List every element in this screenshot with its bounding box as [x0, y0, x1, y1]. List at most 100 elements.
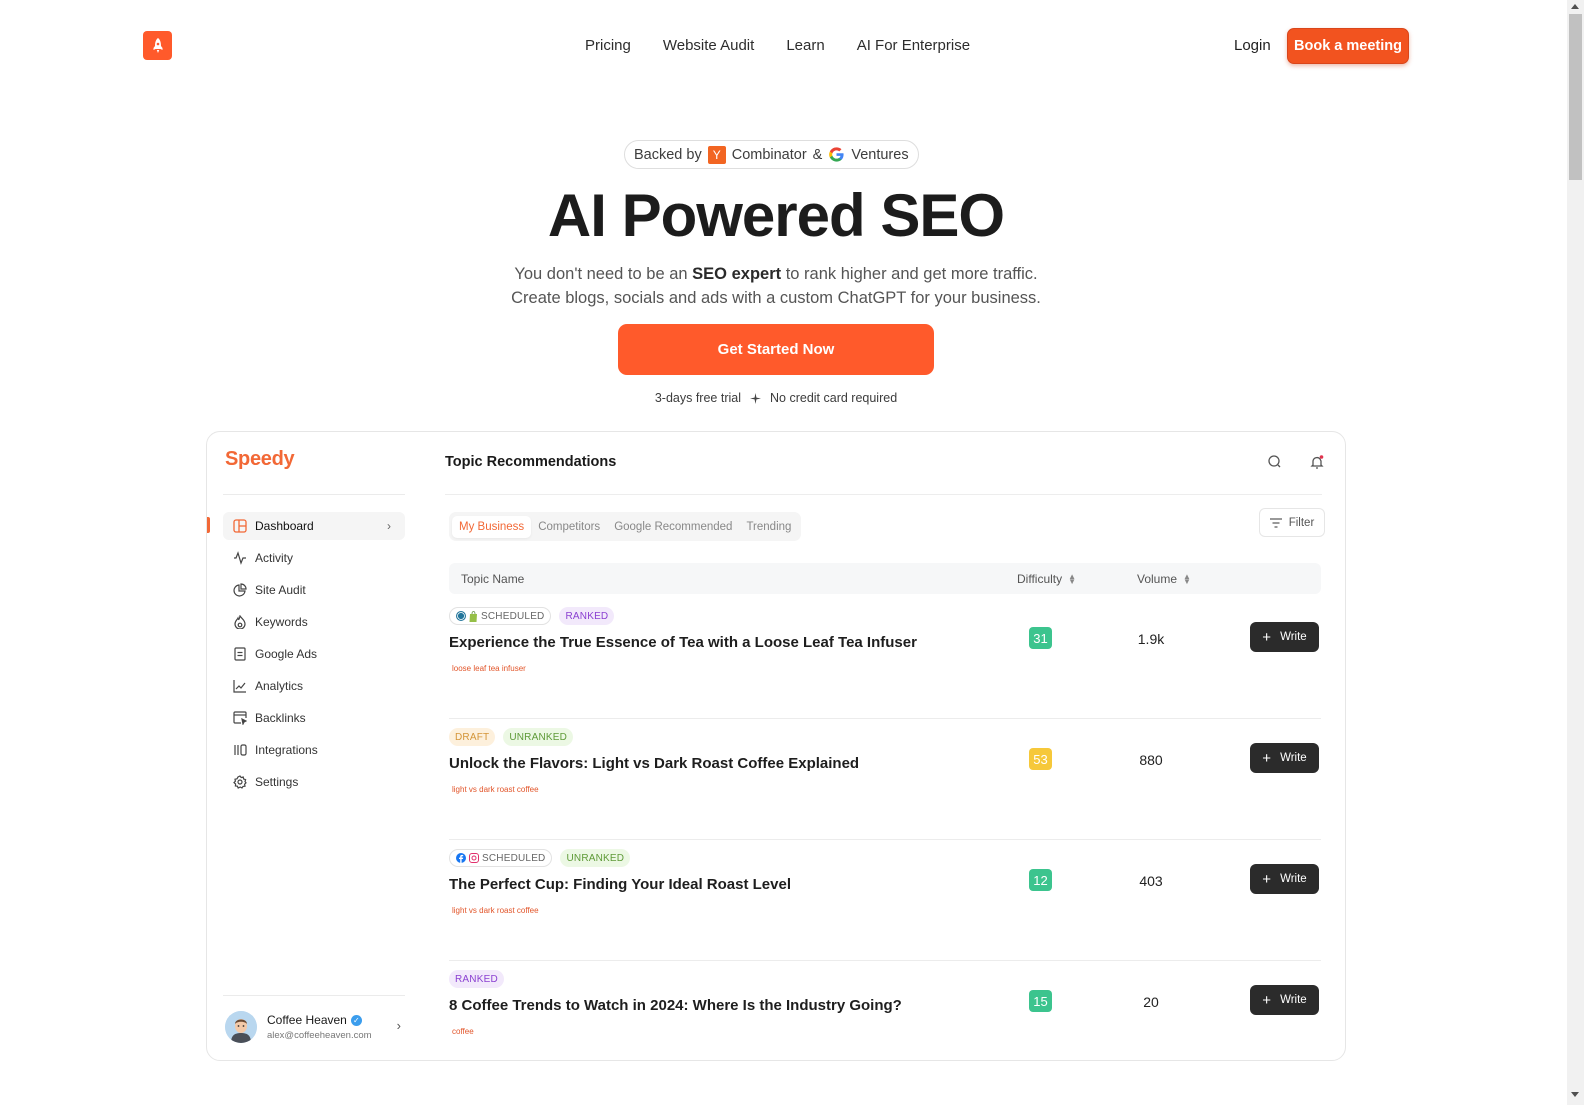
gear-icon — [233, 775, 247, 789]
badge-group: SCHEDULED UNRANKED — [449, 849, 631, 867]
scroll-up-icon[interactable] — [1571, 4, 1579, 9]
facebook-icon — [456, 853, 466, 863]
sidebar-item-settings[interactable]: Settings — [223, 768, 405, 796]
topic-title[interactable]: Experience the True Essence of Tea with … — [449, 634, 917, 651]
wordpress-icon — [456, 611, 466, 621]
topic-tabs: My Business Competitors Google Recommend… — [449, 512, 802, 541]
page-title: Topic Recommendations — [445, 454, 617, 470]
page-scrollbar[interactable] — [1567, 0, 1584, 1105]
chevron-right-icon: › — [396, 1018, 401, 1033]
volume-value: 1.9k — [1137, 631, 1165, 647]
volume-value: 20 — [1143, 994, 1159, 1010]
sidebar-item-dashboard[interactable]: Dashboard › — [223, 512, 405, 540]
write-button[interactable]: + Write — [1250, 743, 1319, 773]
badge-group: RANKED — [449, 970, 504, 988]
login-link[interactable]: Login — [1234, 37, 1271, 54]
column-label: Volume — [1137, 572, 1178, 586]
sparkle-icon — [750, 392, 761, 404]
nav-link-learn[interactable]: Learn — [786, 37, 824, 54]
get-started-button[interactable]: Get Started Now — [618, 324, 934, 375]
subtitle-text: You don't need to be an — [514, 265, 693, 283]
nav-links: Pricing Website Audit Learn AI For Enter… — [585, 37, 970, 54]
tab-competitors[interactable]: Competitors — [531, 516, 607, 538]
chevron-right-icon: › — [387, 519, 391, 533]
plus-icon: + — [1262, 628, 1272, 646]
user-name: Coffee Heaven — [267, 1013, 347, 1027]
table-header: Topic Name Difficulty ▲ ▼ Volume ▲ ▼ — [449, 563, 1321, 594]
hero-title: AI Powered SEO — [547, 182, 1005, 249]
filter-button[interactable]: Filter — [1259, 508, 1325, 537]
verified-badge-icon: ✓ — [350, 1014, 362, 1026]
search-icon[interactable] — [1267, 454, 1283, 470]
sidebar-item-label: Integrations — [255, 743, 318, 757]
sidebar-item-activity[interactable]: Activity — [223, 544, 405, 572]
write-label: Write — [1280, 994, 1307, 1006]
filter-icon — [1269, 517, 1282, 528]
subtitle-line-2: Create blogs, socials and ads with a cus… — [511, 289, 1041, 307]
book-meeting-button[interactable]: Book a meeting — [1287, 28, 1409, 64]
activity-icon — [234, 551, 246, 565]
plus-icon: + — [1262, 749, 1272, 767]
pie-chart-icon — [233, 583, 247, 597]
tab-trending[interactable]: Trending — [739, 516, 798, 538]
tab-google-recommended[interactable]: Google Recommended — [607, 516, 739, 538]
keyword-tag: light vs dark roast coffee — [452, 785, 539, 794]
table-row[interactable]: SCHEDULED RANKED Experience the True Esse… — [449, 598, 1321, 719]
column-volume[interactable]: Volume ▲ ▼ — [1137, 572, 1191, 586]
trial-info: 3-days free trial No credit card require… — [0, 391, 1552, 405]
table-row[interactable]: SCHEDULED UNRANKED The Perfect Cup: Findi… — [449, 840, 1321, 961]
sidebar-item-label: Analytics — [255, 679, 304, 693]
logo[interactable] — [143, 31, 172, 60]
subtitle-emphasis: SEO expert — [692, 265, 782, 283]
sidebar-item-label: Backlinks — [255, 711, 306, 725]
column-difficulty[interactable]: Difficulty ▲ ▼ — [1017, 572, 1076, 586]
status-label: SCHEDULED — [481, 610, 545, 622]
write-label: Write — [1280, 873, 1307, 885]
status-badge: SCHEDULED — [449, 849, 553, 867]
sidebar-item-analytics[interactable]: Analytics — [223, 672, 405, 700]
write-button[interactable]: + Write — [1250, 985, 1319, 1015]
scroll-down-icon[interactable] — [1571, 1092, 1579, 1097]
tab-my-business[interactable]: My Business — [452, 515, 532, 538]
rocket-icon — [153, 37, 162, 53]
combinator-label: Combinator — [731, 146, 807, 163]
write-label: Write — [1280, 631, 1307, 643]
write-button[interactable]: + Write — [1250, 622, 1319, 652]
sort-icon: ▲ ▼ — [1068, 572, 1077, 586]
column-label: Difficulty — [1017, 572, 1063, 586]
rank-badge: RANKED — [559, 607, 615, 625]
column-topic-name: Topic Name — [461, 572, 525, 586]
rank-badge: UNRANKED — [560, 849, 631, 867]
table-row[interactable]: RANKED 8 Coffee Trends to Watch in 2024:… — [449, 961, 1321, 1060]
topic-title[interactable]: Unlock the Flavors: Light vs Dark Roast … — [449, 755, 859, 772]
backed-by-label: Backed by — [634, 146, 702, 163]
nav-link-ai-enterprise[interactable]: AI For Enterprise — [857, 37, 970, 54]
sidebar-item-label: Site Audit — [255, 583, 306, 597]
nav-link-website-audit[interactable]: Website Audit — [663, 37, 754, 54]
header-actions — [1267, 454, 1325, 470]
sidebar-item-backlinks[interactable]: Backlinks — [223, 704, 405, 732]
hero-subtitle: You don't need to be an SEO expert to ra… — [0, 262, 1552, 310]
browser-cursor-icon — [233, 711, 247, 725]
difficulty-badge: 53 — [1029, 748, 1052, 770]
no-credit-card-text: No credit card required — [770, 391, 898, 405]
notification-bell-icon[interactable] — [1309, 454, 1325, 470]
subtitle-text: to rank higher and get more traffic. — [781, 265, 1038, 283]
status-label: DRAFT — [455, 731, 490, 743]
scrollbar-thumb[interactable] — [1569, 14, 1582, 180]
topic-title[interactable]: 8 Coffee Trends to Watch in 2024: Where … — [449, 997, 902, 1014]
instagram-icon — [469, 853, 479, 863]
table-row[interactable]: DRAFT UNRANKED Unlock the Flavors: Light … — [449, 719, 1321, 840]
sidebar-item-keywords[interactable]: Keywords — [223, 608, 405, 636]
user-profile[interactable]: Coffee Heaven ✓ alex@coffeeheaven.com › — [225, 1010, 405, 1044]
sidebar-item-label: Activity — [255, 551, 294, 565]
sidebar-item-integrations[interactable]: Integrations — [223, 736, 405, 764]
rank-badge: UNRANKED — [503, 728, 574, 746]
sidebar-item-google-ads[interactable]: Google Ads — [223, 640, 405, 668]
write-button[interactable]: + Write — [1250, 864, 1319, 894]
nav-link-pricing[interactable]: Pricing — [585, 37, 631, 54]
plus-icon: + — [1262, 991, 1272, 1009]
topic-title[interactable]: The Perfect Cup: Finding Your Ideal Roas… — [449, 876, 791, 893]
divider — [223, 995, 405, 996]
sidebar-item-site-audit[interactable]: Site Audit — [223, 576, 405, 604]
